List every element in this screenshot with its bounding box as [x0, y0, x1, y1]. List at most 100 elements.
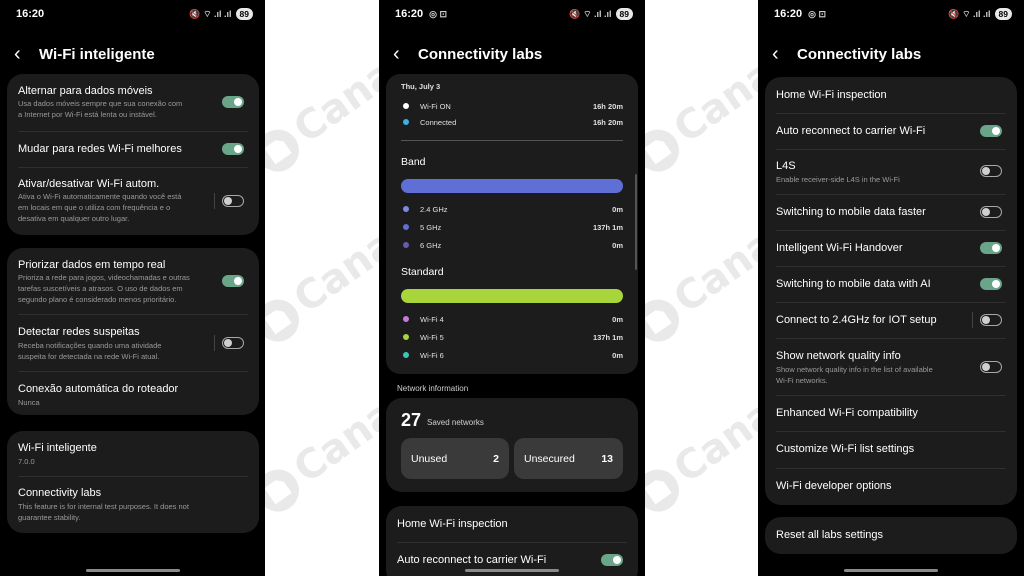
setting-title: Alternar para dados móveis: [18, 85, 153, 97]
unsecured-networks-button[interactable]: Unsecured 13: [514, 438, 623, 479]
legend-dot: [403, 352, 409, 358]
setting-row-connectivity-labs[interactable]: Connectivity labs This feature is for in…: [7, 476, 259, 533]
reset-labs-button[interactable]: Reset all labs settings: [776, 529, 883, 541]
unsecured-label: Unsecured: [524, 453, 575, 465]
setting-description: em locais em que o utiliza com frequênci…: [18, 203, 171, 212]
gap-left: Canaltech Canaltech Canaltech: [265, 0, 379, 576]
page-title: Connectivity labs: [797, 45, 922, 63]
setting-description: tarefas suscetíveis a atrasos. O uso de …: [18, 284, 183, 293]
toggle-switch[interactable]: [222, 143, 244, 155]
standard-item-value: 0m: [612, 315, 623, 324]
toggle-switch[interactable]: [980, 125, 1002, 137]
stats-date: Thu, July 3: [401, 82, 441, 91]
scrollbar[interactable]: [635, 174, 637, 270]
divider: [214, 335, 215, 351]
setting-description: suspeita for detectada na rede Wi-Fi atu…: [18, 352, 160, 361]
back-arrow-icon[interactable]: ‹: [772, 44, 794, 64]
divider: [214, 193, 215, 209]
page-title: Wi-Fi inteligente: [39, 45, 155, 63]
toggle-switch[interactable]: [222, 96, 244, 108]
toggle-switch[interactable]: [222, 275, 244, 287]
status-icons: 🔇 ⌔ .ıl .ıl 89: [948, 8, 1012, 20]
setting-row-iot-setup[interactable]: Connect to 2.4GHz for IOT setup: [765, 302, 1017, 338]
legend-dot: [403, 224, 409, 230]
setting-description: desativa em qualquer outro lugar.: [18, 214, 130, 223]
watermark: Canaltech: [265, 156, 379, 350]
toggle-switch[interactable]: [222, 337, 244, 349]
setting-row-auto-reconnect[interactable]: Auto reconnect to carrier Wi-Fi: [765, 113, 1017, 149]
setting-row-home-wifi-inspection[interactable]: Home Wi-Fi inspection: [386, 506, 638, 542]
setting-value: Nunca: [18, 398, 40, 407]
toggle-switch[interactable]: [980, 242, 1002, 254]
toggle-switch[interactable]: [980, 206, 1002, 218]
page-title: Connectivity labs: [418, 45, 543, 63]
setting-row-suspicious-networks[interactable]: Detectar redes suspeitas Receba notifica…: [7, 314, 259, 371]
setting-title: Home Wi-Fi inspection: [776, 89, 887, 101]
setting-row-router-auto-connect[interactable]: Conexão automática do roteador Nunca: [7, 371, 259, 415]
setting-row-realtime-priority[interactable]: Priorizar dados em tempo real Prioriza a…: [7, 248, 259, 314]
navigation-handle[interactable]: [86, 569, 180, 572]
setting-title: Mudar para redes Wi-Fi melhores: [18, 143, 182, 155]
setting-row-enhanced-compat[interactable]: Enhanced Wi-Fi compatibility: [765, 395, 1017, 431]
setting-row-better-wifi[interactable]: Mudar para redes Wi-Fi melhores: [7, 131, 259, 167]
notification-icons: ◎ ⊡: [808, 8, 827, 19]
setting-row-home-wifi-inspection[interactable]: Home Wi-Fi inspection: [765, 77, 1017, 113]
setting-title: Detectar redes suspeitas: [18, 326, 140, 338]
band-label: Band: [401, 156, 426, 168]
stat-label: Connected: [420, 118, 457, 127]
toggle-switch[interactable]: [980, 314, 1002, 326]
setting-row-faster-mobile-data[interactable]: Switching to mobile data faster: [765, 194, 1017, 230]
unused-networks-button[interactable]: Unused 2: [401, 438, 509, 479]
toggle-switch[interactable]: [222, 195, 244, 207]
status-time: 16:20: [16, 8, 45, 20]
setting-title: Switching to mobile data with AI: [776, 278, 931, 290]
back-arrow-icon[interactable]: ‹: [14, 44, 36, 64]
settings-card-about: Wi-Fi inteligente 7.0.0 Connectivity lab…: [7, 431, 259, 533]
standard-item-label: Wi-Fi 6: [420, 351, 444, 360]
unused-label: Unused: [411, 453, 448, 465]
status-icons: 🔇 ⌔ .ıl .ıl 89: [569, 8, 633, 20]
stat-value: 16h 20m: [592, 118, 623, 127]
watermark: Canaltech: [645, 0, 758, 180]
setting-row-auto-wifi[interactable]: Ativar/desativar Wi-Fi autom. Ativa o Wi…: [7, 167, 259, 235]
legend-dot: [403, 334, 409, 340]
setting-row-mobile-data-switch[interactable]: Alternar para dados móveis Usa dados móv…: [7, 74, 259, 131]
watermark: Canaltech: [265, 326, 379, 520]
status-bar: 16:20 🔇 ⌔ .ıl .ıl 89: [16, 7, 253, 21]
setting-title: Enhanced Wi-Fi compatibility: [776, 407, 918, 419]
stat-label: Wi-Fi ON: [420, 102, 451, 111]
setting-description: segundo plano é considerado menos priori…: [18, 295, 177, 304]
battery-icon: 89: [994, 8, 1012, 20]
setting-description: a Internet por Wi-Fi está lenta ou instá…: [18, 110, 157, 119]
standard-item-label: Wi-Fi 5: [420, 333, 444, 342]
battery-icon: 89: [615, 8, 633, 20]
reset-labs-card[interactable]: Reset all labs settings: [765, 517, 1017, 554]
setting-row-network-quality[interactable]: Show network quality info Show network q…: [765, 338, 1017, 395]
app-header: ‹ Connectivity labs: [393, 42, 542, 66]
setting-row-customize-list[interactable]: Customize Wi-Fi list settings: [765, 431, 1017, 468]
setting-row-l4s[interactable]: L4S Enable receiver-side L4S in the Wi-F…: [765, 149, 1017, 194]
navigation-handle[interactable]: [465, 569, 559, 572]
back-arrow-icon[interactable]: ‹: [393, 44, 415, 64]
toggle-switch[interactable]: [601, 554, 623, 566]
toggle-switch[interactable]: [980, 165, 1002, 177]
setting-row-wifi-handover[interactable]: Intelligent Wi-Fi Handover: [765, 230, 1017, 266]
status-signal-icons: 🔇 ⌔ .ıl .ıl: [189, 8, 232, 19]
toggle-switch[interactable]: [980, 278, 1002, 290]
watermark: Canaltech: [265, 0, 379, 180]
setting-description: Wi-Fi networks.: [776, 376, 828, 385]
legend-dot: [403, 206, 409, 212]
settings-card-priority: Priorizar dados em tempo real Prioriza a…: [7, 248, 259, 415]
standard-usage-bar: [401, 289, 623, 303]
setting-version: 7.0.0: [18, 457, 35, 466]
toggle-switch[interactable]: [980, 361, 1002, 373]
setting-row-developer-options[interactable]: Wi-Fi developer options: [765, 468, 1017, 505]
setting-row-smart-wifi-version[interactable]: Wi-Fi inteligente 7.0.0: [7, 431, 259, 476]
setting-row-mobile-data-ai[interactable]: Switching to mobile data with AI: [765, 266, 1017, 302]
band-item-label: 6 GHz: [420, 241, 442, 250]
unsecured-count: 13: [601, 453, 613, 465]
standard-label: Standard: [401, 266, 444, 278]
navigation-handle[interactable]: [844, 569, 938, 572]
setting-title: Ativar/desativar Wi-Fi autom.: [18, 178, 160, 190]
battery-icon: 89: [235, 8, 253, 20]
